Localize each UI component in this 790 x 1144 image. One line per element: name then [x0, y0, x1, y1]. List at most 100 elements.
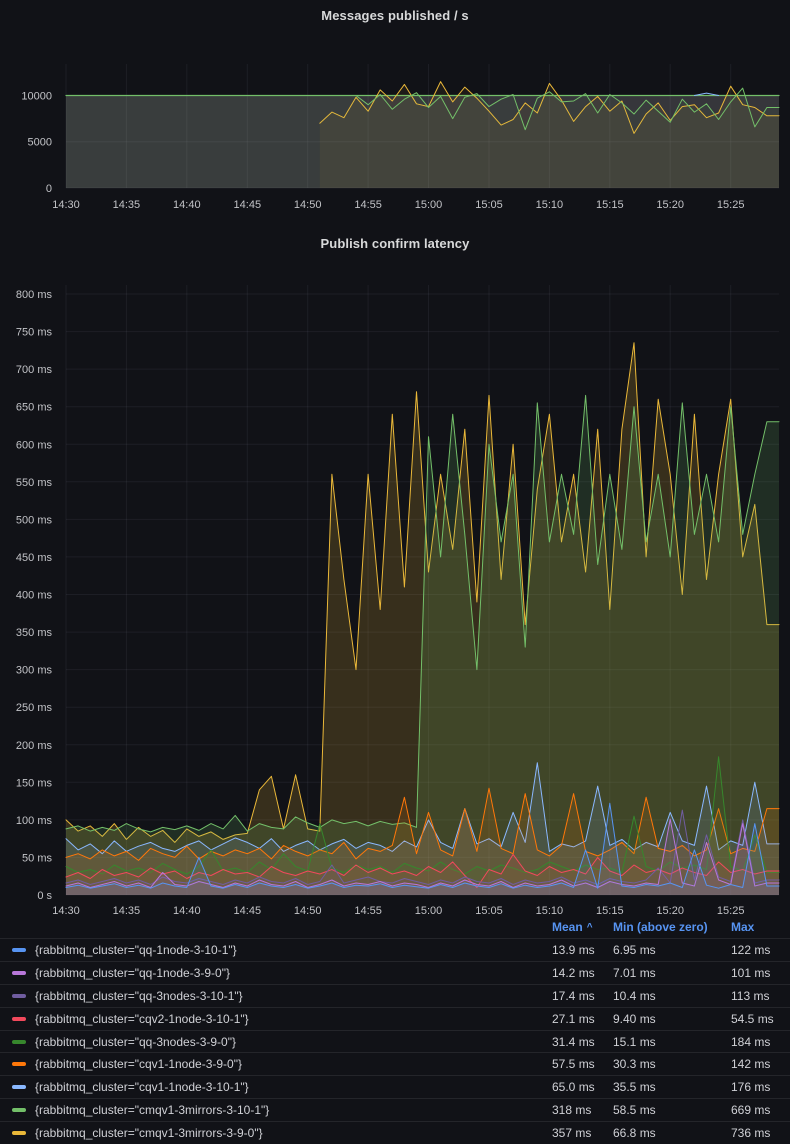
legend-row-label-cell: {rabbitmq_cluster="qq-1node-3-10-1"}	[12, 943, 552, 957]
series-max-value: 101 ms	[731, 966, 777, 980]
x-axis-tick-label: 15:10	[536, 199, 564, 211]
legend-row[interactable]: {rabbitmq_cluster="qq-1node-3-9-0"} 14.2…	[0, 961, 790, 984]
series-label[interactable]: {rabbitmq_cluster="qq-1node-3-9-0"}	[35, 966, 230, 980]
x-axis-tick-label: 15:20	[656, 199, 684, 211]
x-axis-tick-label: 14:30	[52, 905, 80, 916]
series-label[interactable]: {rabbitmq_cluster="qq-1node-3-10-1"}	[35, 943, 237, 957]
grafana-dashboard: Messages published / s 050001000014:3014…	[0, 0, 790, 1144]
series-color-swatch[interactable]	[12, 1131, 26, 1135]
y-axis-tick-label: 550 ms	[16, 477, 53, 489]
legend-row-label-cell: {rabbitmq_cluster="cqv2-1node-3-10-1"}	[12, 1012, 552, 1026]
series-color-swatch[interactable]	[12, 1040, 26, 1044]
series-color-swatch[interactable]	[12, 1085, 26, 1089]
series-mean-value: 65.0 ms	[552, 1080, 613, 1094]
legend-row[interactable]: {rabbitmq_cluster="cqv2-1node-3-10-1"} 2…	[0, 1007, 790, 1030]
series-label[interactable]: {rabbitmq_cluster="cqv2-1node-3-10-1"}	[35, 1012, 249, 1026]
legend-header: Mean ^ Min (above zero) Max	[0, 916, 790, 938]
x-axis-tick-label: 14:30	[52, 199, 80, 211]
x-axis-tick-label: 15:15	[596, 199, 624, 211]
x-axis-tick-label: 14:35	[113, 905, 141, 916]
legend-header-mean-label: Mean	[552, 920, 583, 934]
x-axis-tick-label: 14:35	[113, 199, 141, 211]
y-axis-tick-label: 350 ms	[16, 627, 53, 639]
series-label[interactable]: {rabbitmq_cluster="cqv1-1node-3-10-1"}	[35, 1080, 249, 1094]
y-axis-tick-label: 300 ms	[16, 665, 53, 677]
legend-table: Mean ^ Min (above zero) Max {rabbitmq_clu…	[0, 916, 790, 1144]
y-axis-tick-label: 5000	[28, 137, 52, 149]
series-max-value: 113 ms	[731, 989, 777, 1003]
series-min-value: 10.4 ms	[613, 989, 731, 1003]
x-axis-tick-label: 15:00	[415, 905, 443, 916]
sort-ascending-icon: ^	[587, 922, 593, 933]
series-max-value: 669 ms	[731, 1103, 777, 1117]
legend-row[interactable]: {rabbitmq_cluster="qq-1node-3-10-1"} 13.…	[0, 938, 790, 961]
y-axis-tick-label: 750 ms	[16, 327, 53, 339]
series-mean-value: 31.4 ms	[552, 1035, 613, 1049]
series-mean-value: 17.4 ms	[552, 989, 613, 1003]
series-label[interactable]: {rabbitmq_cluster="cqv1-1node-3-9-0"}	[35, 1057, 242, 1071]
series-mean-value: 357 ms	[552, 1126, 613, 1140]
y-axis-tick-label: 0	[46, 183, 52, 195]
y-axis-tick-label: 700 ms	[16, 364, 53, 376]
x-axis-tick-label: 14:45	[234, 905, 262, 916]
series-mean-value: 318 ms	[552, 1103, 613, 1117]
series-color-swatch[interactable]	[12, 948, 26, 952]
x-axis-tick-label: 15:25	[717, 905, 745, 916]
x-axis-tick-label: 15:10	[536, 905, 564, 916]
series-color-swatch[interactable]	[12, 971, 26, 975]
x-axis-tick-label: 14:40	[173, 905, 201, 916]
y-axis-tick-label: 200 ms	[16, 740, 53, 752]
legend-row-label-cell: {rabbitmq_cluster="qq-3nodes-3-9-0"}	[12, 1035, 552, 1049]
series-mean-value: 57.5 ms	[552, 1057, 613, 1071]
x-axis-tick-label: 15:05	[475, 905, 503, 916]
series-max-value: 184 ms	[731, 1035, 777, 1049]
series-max-value: 176 ms	[731, 1080, 777, 1094]
y-axis-tick-label: 100 ms	[16, 815, 53, 827]
series-color-swatch[interactable]	[12, 1062, 26, 1066]
y-axis-tick-label: 250 ms	[16, 702, 53, 714]
x-axis-tick-label: 14:50	[294, 905, 322, 916]
x-axis-tick-label: 14:50	[294, 199, 322, 211]
messages-published-chart[interactable]: 050001000014:3014:3514:4014:4514:5014:55…	[0, 0, 790, 225]
legend-row[interactable]: {rabbitmq_cluster="cqv1-1node-3-9-0"} 57…	[0, 1052, 790, 1075]
y-axis-tick-label: 600 ms	[16, 439, 53, 451]
series-color-swatch[interactable]	[12, 994, 26, 998]
y-axis-tick-label: 0 s	[37, 890, 52, 902]
legend-row[interactable]: {rabbitmq_cluster="cmqv1-3mirrors-3-9-0"…	[0, 1121, 790, 1144]
y-axis-tick-label: 10000	[21, 91, 52, 103]
series-label[interactable]: {rabbitmq_cluster="cmqv1-3mirrors-3-9-0"…	[35, 1126, 263, 1140]
series-mean-value: 14.2 ms	[552, 966, 613, 980]
series-min-value: 15.1 ms	[613, 1035, 731, 1049]
series-max-value: 736 ms	[731, 1126, 777, 1140]
series-label[interactable]: {rabbitmq_cluster="qq-3nodes-3-10-1"}	[35, 989, 243, 1003]
legend-row[interactable]: {rabbitmq_cluster="cqv1-1node-3-10-1"} 6…	[0, 1075, 790, 1098]
series-mean-value: 27.1 ms	[552, 1012, 613, 1026]
series-mean-value: 13.9 ms	[552, 943, 613, 957]
x-axis-tick-label: 15:25	[717, 199, 745, 211]
y-axis-tick-label: 400 ms	[16, 590, 53, 602]
legend-row-label-cell: {rabbitmq_cluster="qq-1node-3-9-0"}	[12, 966, 552, 980]
legend-rows: {rabbitmq_cluster="qq-1node-3-10-1"} 13.…	[0, 938, 790, 1144]
series-color-swatch[interactable]	[12, 1017, 26, 1021]
legend-header-mean[interactable]: Mean ^	[552, 920, 613, 934]
legend-row[interactable]: {rabbitmq_cluster="cmqv1-3mirrors-3-10-1…	[0, 1098, 790, 1121]
publish-confirm-latency-chart[interactable]: 0 s50 ms100 ms150 ms200 ms250 ms300 ms35…	[0, 225, 790, 916]
series-min-value: 30.3 ms	[613, 1057, 731, 1071]
legend-header-max[interactable]: Max	[731, 920, 777, 934]
legend-header-min[interactable]: Min (above zero)	[613, 920, 731, 934]
x-axis-tick-label: 14:45	[234, 199, 262, 211]
series-min-value: 9.40 ms	[613, 1012, 731, 1026]
x-axis-tick-label: 15:15	[596, 905, 624, 916]
legend-row[interactable]: {rabbitmq_cluster="qq-3nodes-3-10-1"} 17…	[0, 984, 790, 1007]
legend-row-label-cell: {rabbitmq_cluster="cqv1-1node-3-10-1"}	[12, 1080, 552, 1094]
series-min-value: 58.5 ms	[613, 1103, 731, 1117]
y-axis-tick-label: 50 ms	[22, 852, 52, 864]
x-axis-tick-label: 14:55	[354, 199, 382, 211]
x-axis-tick-label: 15:20	[656, 905, 684, 916]
series-label[interactable]: {rabbitmq_cluster="cmqv1-3mirrors-3-10-1…	[35, 1103, 269, 1117]
series-label[interactable]: {rabbitmq_cluster="qq-3nodes-3-9-0"}	[35, 1035, 236, 1049]
series-color-swatch[interactable]	[12, 1108, 26, 1112]
legend-row[interactable]: {rabbitmq_cluster="qq-3nodes-3-9-0"} 31.…	[0, 1030, 790, 1053]
y-axis-tick-label: 500 ms	[16, 514, 53, 526]
x-axis-tick-label: 15:05	[475, 199, 503, 211]
